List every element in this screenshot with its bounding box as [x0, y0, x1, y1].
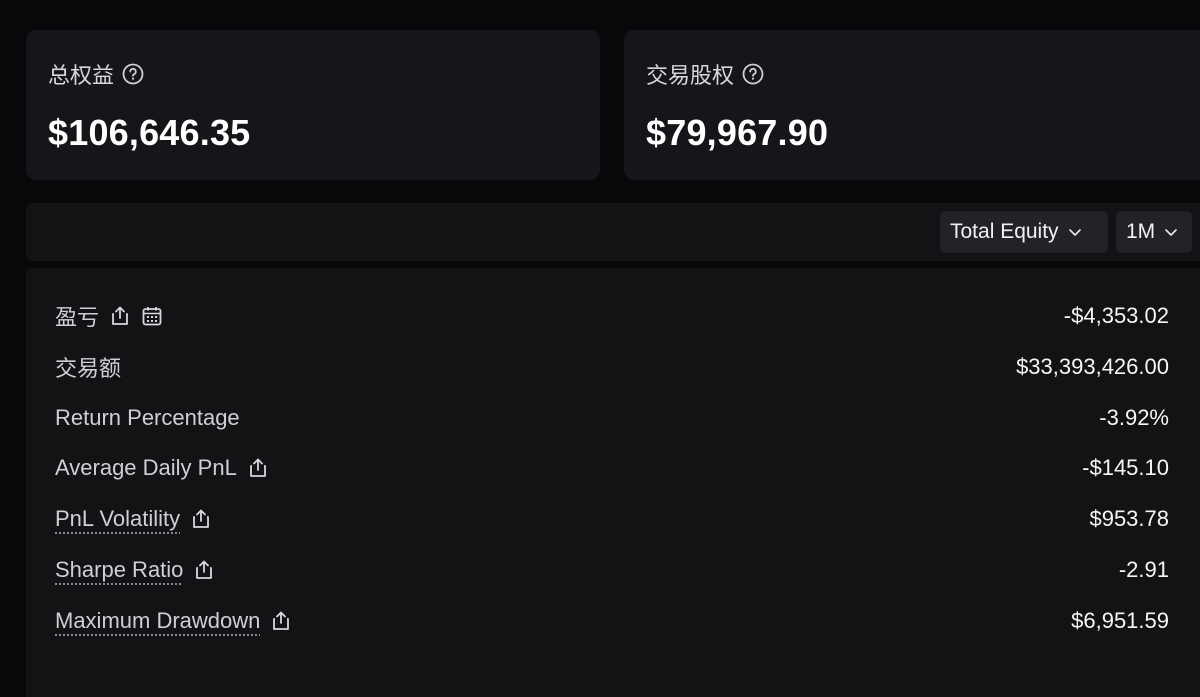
share-icon[interactable] — [190, 508, 212, 530]
trading-equity-label: 交易股权 — [646, 63, 735, 88]
stat-row-avg-daily-pnl: Average Daily PnL -$145.10 — [55, 448, 1169, 488]
share-icon[interactable] — [247, 457, 269, 479]
trading-equity-card: 交易股权 $79,967.90 — [624, 30, 1200, 180]
chevron-down-icon — [1163, 224, 1179, 240]
stat-label: 盈亏 — [55, 305, 100, 330]
trading-equity-header: 交易股权 — [646, 58, 764, 90]
stat-value: -$145.10 — [1082, 455, 1169, 480]
share-icon[interactable] — [193, 559, 215, 581]
stat-value: $33,393,426.00 — [1016, 354, 1169, 379]
share-icon[interactable] — [270, 610, 292, 632]
metric-select[interactable]: Total Equity — [940, 211, 1108, 253]
stat-value: $953.78 — [1089, 506, 1169, 531]
stat-label-tooltip[interactable]: PnL Volatility — [55, 506, 180, 532]
stats-panel: 盈亏 -$4,353.02 交易额 $33,393,426.00 Return … — [26, 268, 1200, 697]
chart-toolbar: Total Equity 1M — [26, 203, 1200, 261]
calendar-icon[interactable] — [141, 305, 163, 327]
stat-row-sharpe-ratio: Sharpe Ratio -2.91 — [55, 550, 1169, 590]
stat-row-pnl: 盈亏 -$4,353.02 — [55, 296, 1169, 336]
stat-row-maximum-drawdown: Maximum Drawdown $6,951.59 — [55, 601, 1169, 641]
range-select-value: 1M — [1126, 220, 1156, 243]
stat-value: -2.91 — [1118, 557, 1169, 582]
total-equity-header: 总权益 — [48, 58, 144, 90]
metric-select-value: Total Equity — [950, 220, 1059, 243]
stat-row-pnl-volatility: PnL Volatility $953.78 — [55, 499, 1169, 539]
total-equity-value: $106,646.35 — [48, 112, 251, 153]
stat-value: $6,951.59 — [1071, 608, 1169, 633]
total-equity-card: 总权益 $106,646.35 — [26, 30, 600, 180]
stat-label: Average Daily PnL — [55, 455, 237, 480]
trading-equity-value: $79,967.90 — [646, 112, 829, 153]
chevron-down-icon — [1067, 224, 1083, 240]
stat-label-tooltip[interactable]: Maximum Drawdown — [55, 608, 260, 634]
stat-row-volume: 交易额 $33,393,426.00 — [55, 347, 1169, 387]
share-icon[interactable] — [109, 305, 131, 327]
stat-row-return-percentage: Return Percentage -3.92% — [55, 398, 1169, 438]
stat-label: 交易额 — [55, 356, 122, 381]
stat-value: -3.92% — [1099, 405, 1169, 430]
stat-label: Return Percentage — [55, 405, 240, 430]
range-select[interactable]: 1M — [1116, 211, 1192, 253]
total-equity-label: 总权益 — [48, 63, 115, 88]
stat-label-tooltip[interactable]: Sharpe Ratio — [55, 557, 183, 583]
help-circle-icon[interactable] — [122, 63, 144, 85]
help-circle-icon[interactable] — [742, 63, 764, 85]
stat-value: -$4,353.02 — [1063, 303, 1169, 328]
